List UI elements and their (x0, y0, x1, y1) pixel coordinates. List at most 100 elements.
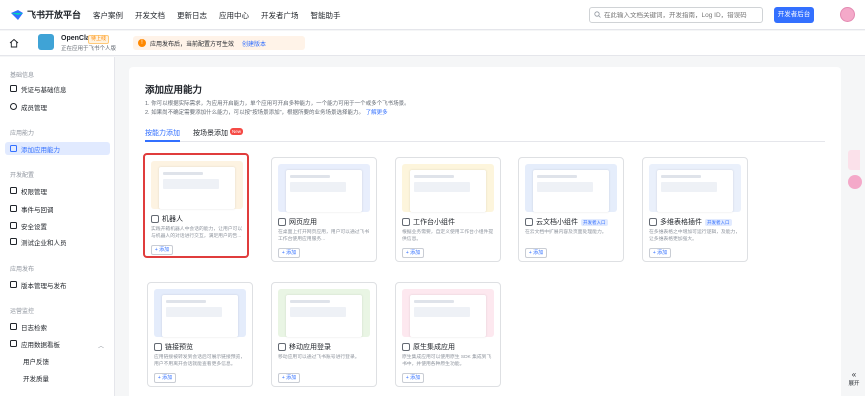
chevron-up-icon: ︿ (97, 344, 104, 350)
capability-card-bot[interactable]: 机器人 实践开箱机器人中会话的能力，让用户可以与机器人的对话进行交互，满足用户的… (143, 153, 249, 258)
capability-card-native-integration[interactable]: 原生集成应用 原生集成应用可以使用原生 SDK 集成到飞书中，并使用各种原生功能… (395, 282, 501, 387)
nav-app-center[interactable]: 应用中心 (219, 10, 249, 21)
nav-dev-docs[interactable]: 开发文档 (135, 10, 165, 21)
home-icon[interactable] (9, 38, 19, 50)
document-icon (10, 85, 17, 92)
page-title: 添加应用能力 (145, 85, 203, 96)
card-preview-image (278, 289, 370, 337)
card-title: 链接预览 (165, 344, 193, 351)
logo-text: 飞书开放平台 (27, 10, 82, 20)
card-preview-image (154, 289, 246, 337)
log-icon (10, 323, 17, 330)
sidebar-section-capability: 应用能力 (10, 131, 35, 137)
sidebar-section-monitoring: 运营监控 (10, 309, 35, 315)
publish-notice: ! 应用发布后，当前配置方可生效 创建版本 (133, 36, 305, 50)
add-mobile-login-button[interactable]: + 添加 (278, 373, 300, 383)
add-doc-widget-button[interactable]: + 添加 (525, 248, 547, 258)
tab-by-scenario[interactable]: 按场景添加 (193, 128, 228, 138)
sidebar-item-dashboard[interactable]: 应用数据看板 ︿ (5, 337, 110, 350)
nav-dev-square[interactable]: 开发者广场 (261, 10, 299, 21)
card-title: 原生集成应用 (413, 344, 455, 351)
add-link-preview-button[interactable]: + 添加 (154, 373, 176, 383)
nav-ai-assistant[interactable]: 智能助手 (311, 10, 341, 21)
card-badge: 开发者入口 (581, 218, 608, 226)
card-description: 在桌面上打开网页应用，用户可以通过飞书工作台使用应用服务... (278, 230, 370, 242)
learn-more-link[interactable]: 了解更多 (366, 110, 388, 116)
card-preview-image (278, 164, 370, 212)
sidebar-item-permissions[interactable]: 权限管理 (5, 184, 110, 197)
user-avatar[interactable] (840, 7, 855, 22)
description-line-2: 2. 如果尚不确定需要添加什么能力，可以按"按场景添加"，根据所要的业务场景选择… (145, 110, 388, 116)
card-description: 根据业务需要，自定义使用工作台小组件提供信息。 (402, 230, 494, 242)
sidebar-section-release: 应用发布 (10, 267, 35, 273)
sidebar: 基础信息 凭证与基础信息 成员管理 应用能力 添加应用能力 开发配置 权限管理 … (0, 57, 115, 396)
create-version-link[interactable]: 创建版本 (242, 39, 266, 48)
widget-icon (402, 218, 410, 226)
warning-icon: ! (138, 39, 146, 47)
assistant-avatar[interactable] (848, 175, 862, 189)
add-web-app-button[interactable]: + 添加 (278, 248, 300, 258)
top-navigation-bar: 飞书开放平台 客户案例 开发文档 更新日志 应用中心 开发者广场 智能助手 开发… (0, 0, 865, 30)
capability-card-workplace-widget[interactable]: 工作台小组件 根据业务需要，自定义使用工作台小组件提供信息。 + 添加 (395, 157, 501, 262)
card-description: 在云文档中扩展内容及页面处理能力。 (525, 230, 607, 235)
sidebar-item-versions[interactable]: 版本管理与发布 (5, 278, 110, 291)
add-native-integration-button[interactable]: + 添加 (402, 373, 424, 383)
capability-card-doc-widget[interactable]: 云文档小组件 开发者入口 在云文档中扩展内容及页面处理能力。 + 添加 (518, 157, 624, 262)
nav-customer-cases[interactable]: 客户案例 (93, 10, 123, 21)
description-line-1: 1. 你可以根据实际需求，为应用开启能力，单个应用可开启多种能力，一个能力可用于… (145, 101, 410, 107)
feedback-tab[interactable] (848, 150, 860, 170)
card-preview-image (151, 161, 243, 209)
app-subtitle: 正在应用于飞书个人版 (61, 46, 117, 52)
card-description: 移动应用可以通过飞书账号进行登录。 (278, 355, 360, 360)
app-header: OpenClaw 待上线 正在应用于飞书个人版 ! 应用发布后，当前配置方可生效… (0, 31, 865, 56)
sidebar-section-dev-config: 开发配置 (10, 173, 35, 179)
capability-card-bitable-plugin[interactable]: 多维表格插件 开发者入口 在多维表格之中增加可运行逻辑，及能力，让多维表格更加强大… (642, 157, 748, 262)
permission-icon (10, 187, 17, 194)
app-icon (38, 34, 54, 50)
main-panel: 添加应用能力 1. 你可以根据实际需求，为应用开启能力，单个应用可开启多种能力，… (129, 67, 841, 396)
sidebar-item-events[interactable]: 事件与回调 (5, 202, 110, 215)
mobile-icon (278, 343, 286, 351)
expand-button[interactable]: « 展开 (844, 370, 864, 387)
add-bot-button[interactable]: + 添加 (151, 245, 173, 255)
add-workplace-widget-button[interactable]: + 添加 (402, 248, 424, 258)
card-preview-image (402, 164, 494, 212)
tab-by-capability[interactable]: 按能力添加 (145, 128, 180, 142)
grid-icon (10, 145, 17, 152)
capability-card-mobile-login[interactable]: 移动应用登录 移动应用可以通过飞书账号进行登录。 + 添加 (271, 282, 377, 387)
capability-card-web-app[interactable]: 网页应用 在桌面上打开网页应用，用户可以通过飞书工作台使用应用服务... + 添… (271, 157, 377, 262)
sidebar-item-feedback[interactable]: 用户反馈 (5, 354, 110, 367)
developer-console-button[interactable]: 开发者后台 (774, 7, 814, 23)
bitable-icon (649, 218, 657, 226)
sidebar-item-logs[interactable]: 日志检索 (5, 320, 110, 333)
search-input[interactable] (604, 11, 759, 19)
card-description: 原生集成应用可以使用原生 SDK 集成到飞书中，并使用各种原生功能。 (402, 355, 492, 367)
sidebar-item-test-users[interactable]: 测试企业和人员 (5, 235, 110, 248)
version-icon (10, 281, 17, 288)
card-description: 实践开箱机器人中会话的能力，让用户可以与机器人的对话进行交互，满足用户的告... (151, 227, 243, 239)
sidebar-item-add-capability[interactable]: 添加应用能力 (5, 142, 110, 155)
user-icon (10, 103, 17, 110)
card-description: 应用链接被转发到会话后可展示链接预览，用户不用离开会话就能查看更多信息。 (154, 355, 246, 367)
logo[interactable]: 飞书开放平台 (10, 8, 81, 21)
double-chevron-left-icon: « (851, 370, 857, 379)
event-icon (10, 205, 17, 212)
sidebar-item-credentials[interactable]: 凭证与基础信息 (5, 82, 110, 95)
card-title: 网页应用 (289, 219, 317, 226)
nav-changelog[interactable]: 更新日志 (177, 10, 207, 21)
sidebar-item-security[interactable]: 安全设置 (5, 219, 110, 232)
chart-icon (10, 340, 17, 347)
card-preview-image (525, 164, 617, 212)
capability-card-link-preview[interactable]: 链接预览 应用链接被转发到会话后可展示链接预览，用户不用离开会话就能查看更多信息… (147, 282, 253, 387)
bot-icon (151, 215, 159, 223)
search-box[interactable] (589, 7, 763, 23)
sidebar-item-members[interactable]: 成员管理 (5, 100, 110, 113)
new-badge: New (230, 128, 244, 135)
card-title: 工作台小组件 (413, 219, 455, 226)
card-preview-image (402, 289, 494, 337)
add-bitable-plugin-button[interactable]: + 添加 (649, 248, 671, 258)
shield-icon (10, 222, 17, 229)
link-icon (154, 343, 162, 351)
sidebar-section-basic: 基础信息 (10, 73, 35, 79)
sidebar-item-quality[interactable]: 开发质量 (5, 371, 110, 384)
